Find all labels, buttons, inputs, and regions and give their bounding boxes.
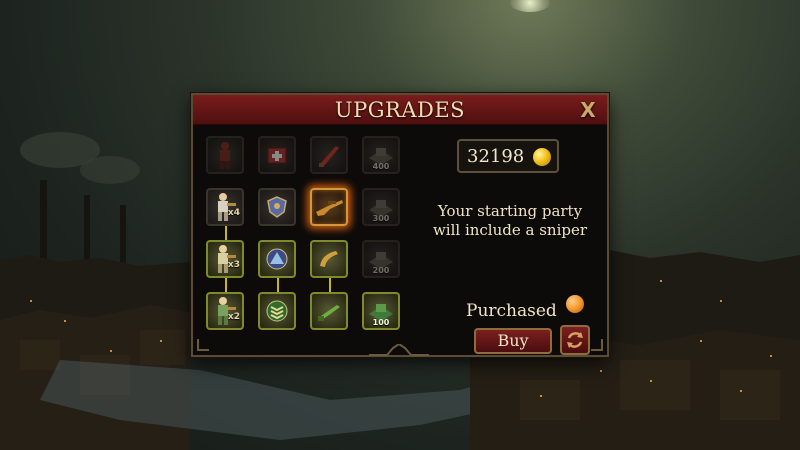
upgrade-grid: 400 x4 300 x3 200 x2 100 [201,133,411,353]
upgrade-tile[interactable] [258,240,296,278]
upgrade-cost: 100 [372,318,390,327]
coin-balance: 32198 [457,139,559,173]
upgrade-tile-selected[interactable] [310,188,348,226]
upgrade-link [329,278,331,293]
blade-icon [319,146,339,167]
upgrade-tile[interactable] [310,136,348,174]
close-button[interactable]: X [577,99,599,121]
sniper-rifle-icon [316,200,343,216]
upgrade-link [225,278,227,293]
rifle-icon [318,305,340,321]
dialog-titlebar: UPGRADES X [193,95,607,125]
triangle-badge-icon [266,248,288,270]
upgrade-tile[interactable] [310,292,348,330]
rank-chevrons-icon [266,300,288,322]
upgrades-dialog: UPGRADES X 400 x4 300 x3 200 x2 100 3219… [191,93,609,357]
upgrade-multiplier: x3 [227,260,240,270]
buy-button[interactable]: Buy [474,328,552,354]
upgrade-description: Your starting party will include a snipe… [432,202,588,239]
refresh-icon [567,332,583,348]
coin-amount: 32198 [467,146,525,167]
upgrade-tile[interactable]: x4 [206,188,244,226]
upgrade-link [225,226,227,241]
zombie-figure-icon [220,142,230,169]
upgrade-tile[interactable] [258,292,296,330]
upgrade-tile[interactable]: 300 [362,188,400,226]
horn-icon [320,251,338,267]
upgrade-multiplier: x4 [227,208,240,218]
upgrade-tile[interactable]: 400 [362,136,400,174]
gold-coin-icon [533,148,551,166]
upgrade-cost: 200 [372,266,390,275]
shield-badge-icon [267,196,287,218]
first-aid-kit-icon [267,147,287,164]
upgrade-tile[interactable] [258,188,296,226]
upgrade-tile[interactable]: 100 [362,292,400,330]
upgrade-multiplier: x2 [227,312,240,322]
refund-button[interactable] [560,325,590,355]
upgrade-tile[interactable]: 200 [362,240,400,278]
upgrade-cost: 300 [372,214,390,223]
dialog-title: UPGRADES [334,98,466,122]
upgrade-tile[interactable]: x2 [206,292,244,330]
upgrade-tile[interactable] [310,240,348,278]
purchase-status-label: Purchased [466,301,557,321]
upgrade-link [277,278,279,293]
upgrade-tile[interactable] [206,136,244,174]
upgrade-cost: 400 [372,162,390,171]
frame-corner-ornament [591,339,603,351]
upgrade-tile[interactable] [258,136,296,174]
purchase-status-indicator [566,295,584,313]
upgrade-tile[interactable]: x3 [206,240,244,278]
